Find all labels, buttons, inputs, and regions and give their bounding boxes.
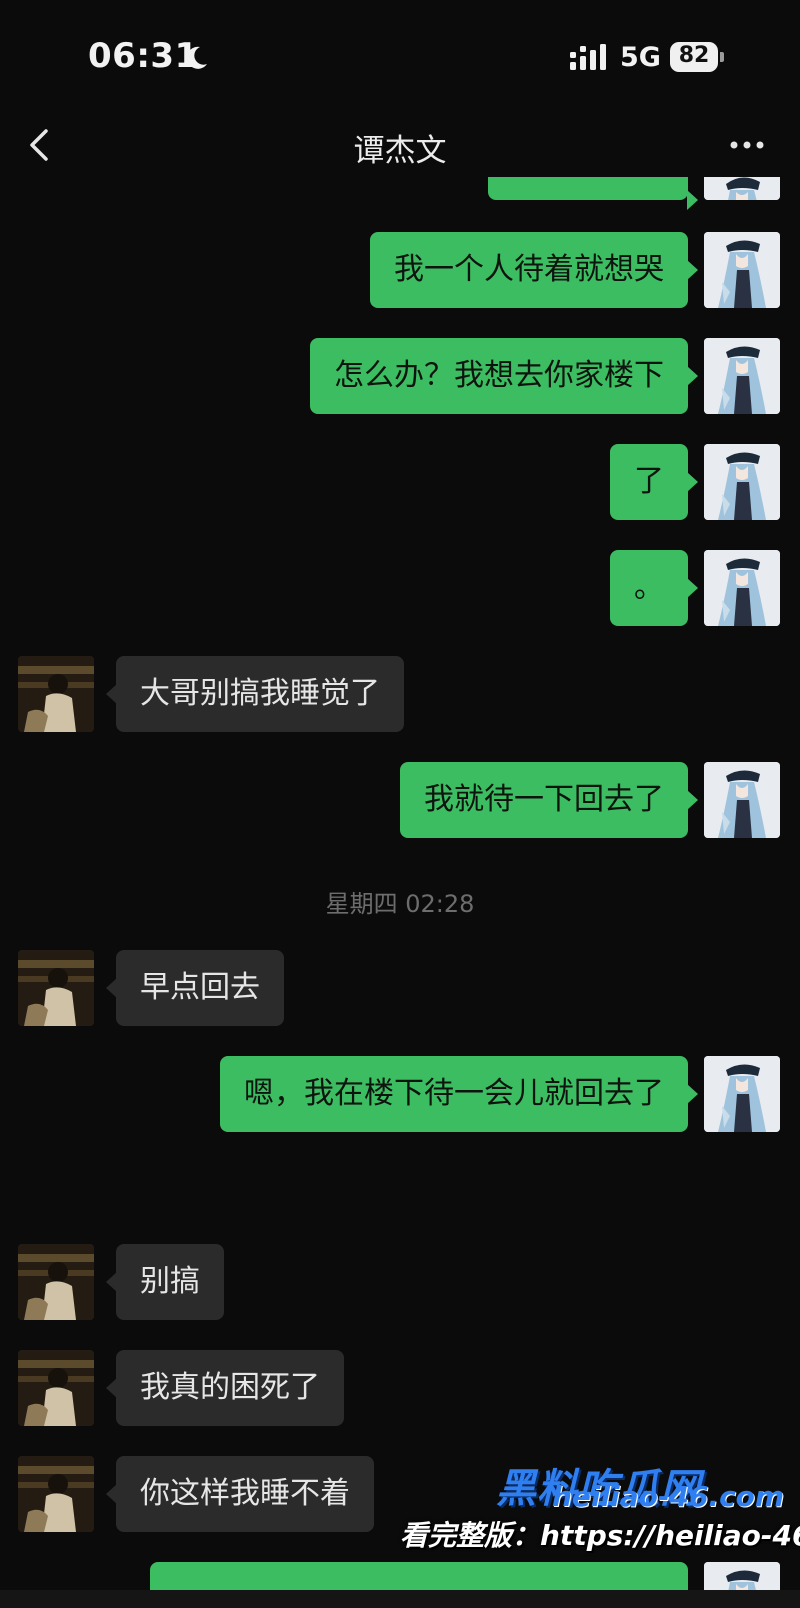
anime-character-avatar-icon (704, 232, 780, 308)
moon-icon (186, 46, 207, 69)
chat-screen: 我一个人待着就想哭 怎么办？我想去你家楼下 了 。 大哥别搞我睡觉了 我就待一下… (0, 0, 800, 1608)
battery-tip (720, 52, 724, 62)
message-bubble-incoming[interactable]: 大哥别搞我睡觉了 (106, 656, 404, 732)
contact-avatar[interactable] (18, 1350, 94, 1426)
contact-avatar[interactable] (18, 1456, 94, 1532)
anime-character-avatar-icon (704, 1056, 780, 1132)
signal-icon (570, 44, 606, 70)
contact-avatar[interactable] (18, 950, 94, 1026)
chat-title: 谭杰文 (353, 133, 447, 169)
anime-character-avatar-icon (704, 338, 780, 414)
contact-photo-icon (18, 1244, 94, 1320)
contact-photo-icon (18, 950, 94, 1026)
watermark-link[interactable]: 看完整版：https://heiliao-46.com (400, 1514, 800, 1554)
message-bubble-incoming[interactable]: 早点回去 (106, 950, 284, 1026)
contact-photo-icon (18, 1350, 94, 1426)
status-bar: 06:31 5G 82 (0, 0, 800, 115)
message-bubble-incoming[interactable]: 我真的困死了 (106, 1350, 344, 1426)
anime-character-avatar-icon (704, 550, 780, 626)
message-bubble-outgoing[interactable]: 怎么办？我想去你家楼下 (310, 338, 698, 414)
more-dots-icon[interactable] (722, 125, 772, 165)
network-type: 5G (620, 42, 661, 73)
anime-character-avatar-icon (704, 762, 780, 838)
bottom-bar (0, 1590, 800, 1608)
chat-header: 谭杰文 (0, 115, 800, 177)
battery-level: 82 (678, 43, 710, 68)
my-avatar[interactable] (704, 232, 780, 308)
my-avatar[interactable] (704, 762, 780, 838)
my-avatar[interactable] (704, 1056, 780, 1132)
battery-icon: 82 (670, 42, 724, 72)
contact-photo-icon (18, 1456, 94, 1532)
contact-photo-icon (18, 656, 94, 732)
contact-avatar[interactable] (18, 1244, 94, 1320)
watermark-site: heiliao-46.com (552, 1480, 785, 1513)
time-separator: 星期四 02:28 (325, 890, 475, 918)
contact-avatar[interactable] (18, 656, 94, 732)
message-bubble-outgoing[interactable]: 我就待一下回去了 (400, 762, 698, 838)
message-bubble-outgoing[interactable]: 了 (610, 444, 698, 520)
message-bubble-outgoing[interactable]: 我一个人待着就想哭 (370, 232, 698, 308)
anime-character-avatar-icon (704, 444, 780, 520)
message-bubble-outgoing[interactable]: 嗯，我在楼下待一会儿就回去了 (220, 1056, 698, 1132)
my-avatar[interactable] (704, 444, 780, 520)
message-bubble-incoming[interactable]: 别搞 (106, 1244, 224, 1320)
message-list[interactable]: 我一个人待着就想哭 怎么办？我想去你家楼下 了 。 大哥别搞我睡觉了 我就待一下… (0, 0, 800, 1608)
my-avatar[interactable] (704, 550, 780, 626)
message-bubble-outgoing[interactable]: 。 (610, 550, 698, 626)
my-avatar[interactable] (704, 338, 780, 414)
message-bubble-incoming[interactable]: 你这样我睡不着 (106, 1456, 374, 1532)
